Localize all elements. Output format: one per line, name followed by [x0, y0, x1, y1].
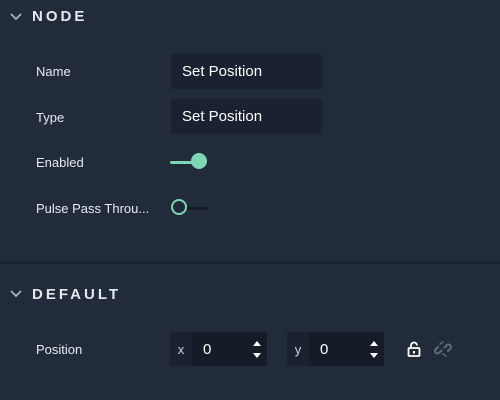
lock-icon[interactable] — [405, 340, 423, 358]
position-y-field: y 0 — [287, 332, 384, 366]
chevron-down-icon[interactable] — [9, 287, 23, 301]
chevron-down-icon[interactable] — [9, 10, 23, 24]
position-y-stepper — [364, 332, 384, 366]
stepper-down-icon[interactable] — [369, 352, 379, 358]
stepper-up-icon[interactable] — [369, 340, 379, 346]
position-label: Position — [36, 342, 83, 357]
pulse-pass-through-toggle[interactable] — [170, 198, 210, 218]
pulse-toggle-knob — [171, 199, 187, 215]
position-y-input[interactable]: 0 — [309, 332, 364, 366]
pulse-pass-through-label: Pulse Pass Throu... — [36, 201, 150, 216]
link-icon[interactable] — [434, 340, 452, 358]
default-section-header[interactable]: DEFAULT — [0, 277, 500, 311]
type-field: Set Position — [171, 99, 322, 134]
enabled-toggle-knob — [191, 153, 207, 169]
stepper-up-icon[interactable] — [252, 340, 262, 346]
name-label: Name — [36, 64, 71, 79]
enabled-toggle[interactable] — [170, 152, 210, 172]
default-section-title: DEFAULT — [32, 286, 122, 303]
position-x-stepper — [247, 332, 267, 366]
enabled-label: Enabled — [36, 155, 84, 170]
node-section-title: NODE — [32, 8, 88, 25]
position-x-field: x 0 — [170, 332, 267, 366]
type-label: Type — [36, 110, 65, 125]
name-input[interactable]: Set Position — [171, 54, 322, 89]
position-x-input[interactable]: 0 — [192, 332, 247, 366]
section-divider — [0, 262, 500, 264]
node-section-header[interactable]: NODE — [0, 0, 500, 34]
x-axis-label: x — [177, 341, 185, 357]
y-axis-label: y — [294, 341, 302, 357]
stepper-down-icon[interactable] — [252, 352, 262, 358]
